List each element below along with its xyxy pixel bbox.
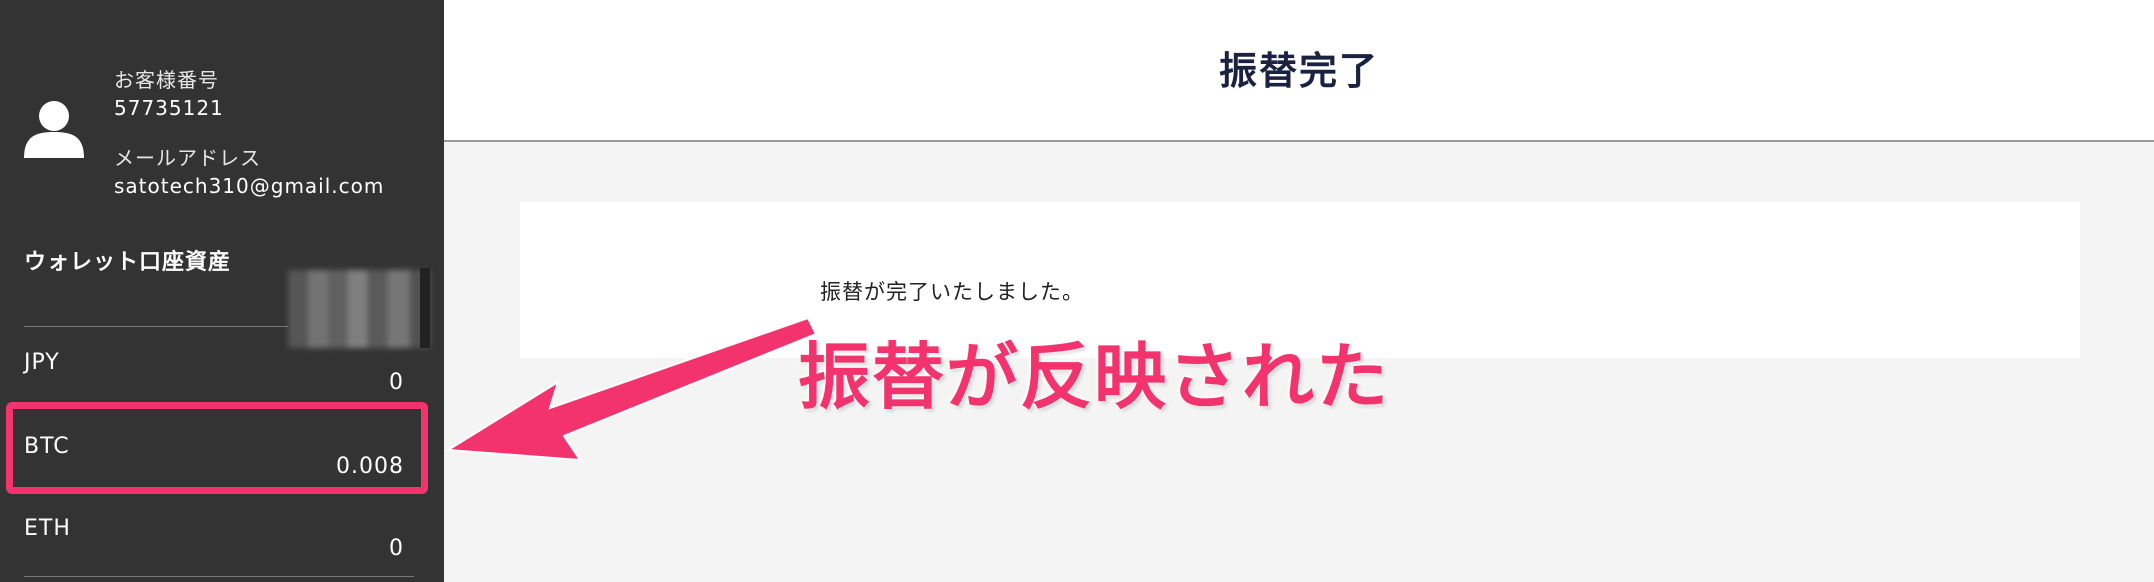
page-header: 振替完了 (444, 0, 2154, 142)
page-title: 振替完了 (1218, 49, 1379, 93)
btc-highlight-box (6, 402, 428, 494)
currency-name: ETH (24, 516, 71, 541)
annotation-arrow-icon (444, 316, 818, 462)
customer-number-label: お客様番号 (114, 68, 219, 92)
customer-number: 57735121 (114, 96, 224, 120)
blurred-total-value (288, 270, 430, 348)
email-label: メールアドレス (114, 146, 261, 170)
blurred-edge (420, 268, 430, 348)
currency-name: JPY (24, 350, 60, 375)
email-address: satotech310@gmail.com (114, 174, 385, 198)
currency-value: 0 (389, 536, 404, 561)
wallet-assets-title: ウォレット口座資産 (24, 250, 232, 275)
divider (24, 326, 288, 327)
currency-value: 0 (389, 370, 404, 395)
completion-message: 振替が完了いたしました。 (820, 280, 1084, 304)
divider (24, 576, 414, 577)
user-avatar-icon (24, 101, 84, 158)
sidebar: お客様番号 57735121 メールアドレス satotech310@gmail… (0, 0, 444, 582)
annotation-text: 振替が反映された (798, 335, 1391, 419)
